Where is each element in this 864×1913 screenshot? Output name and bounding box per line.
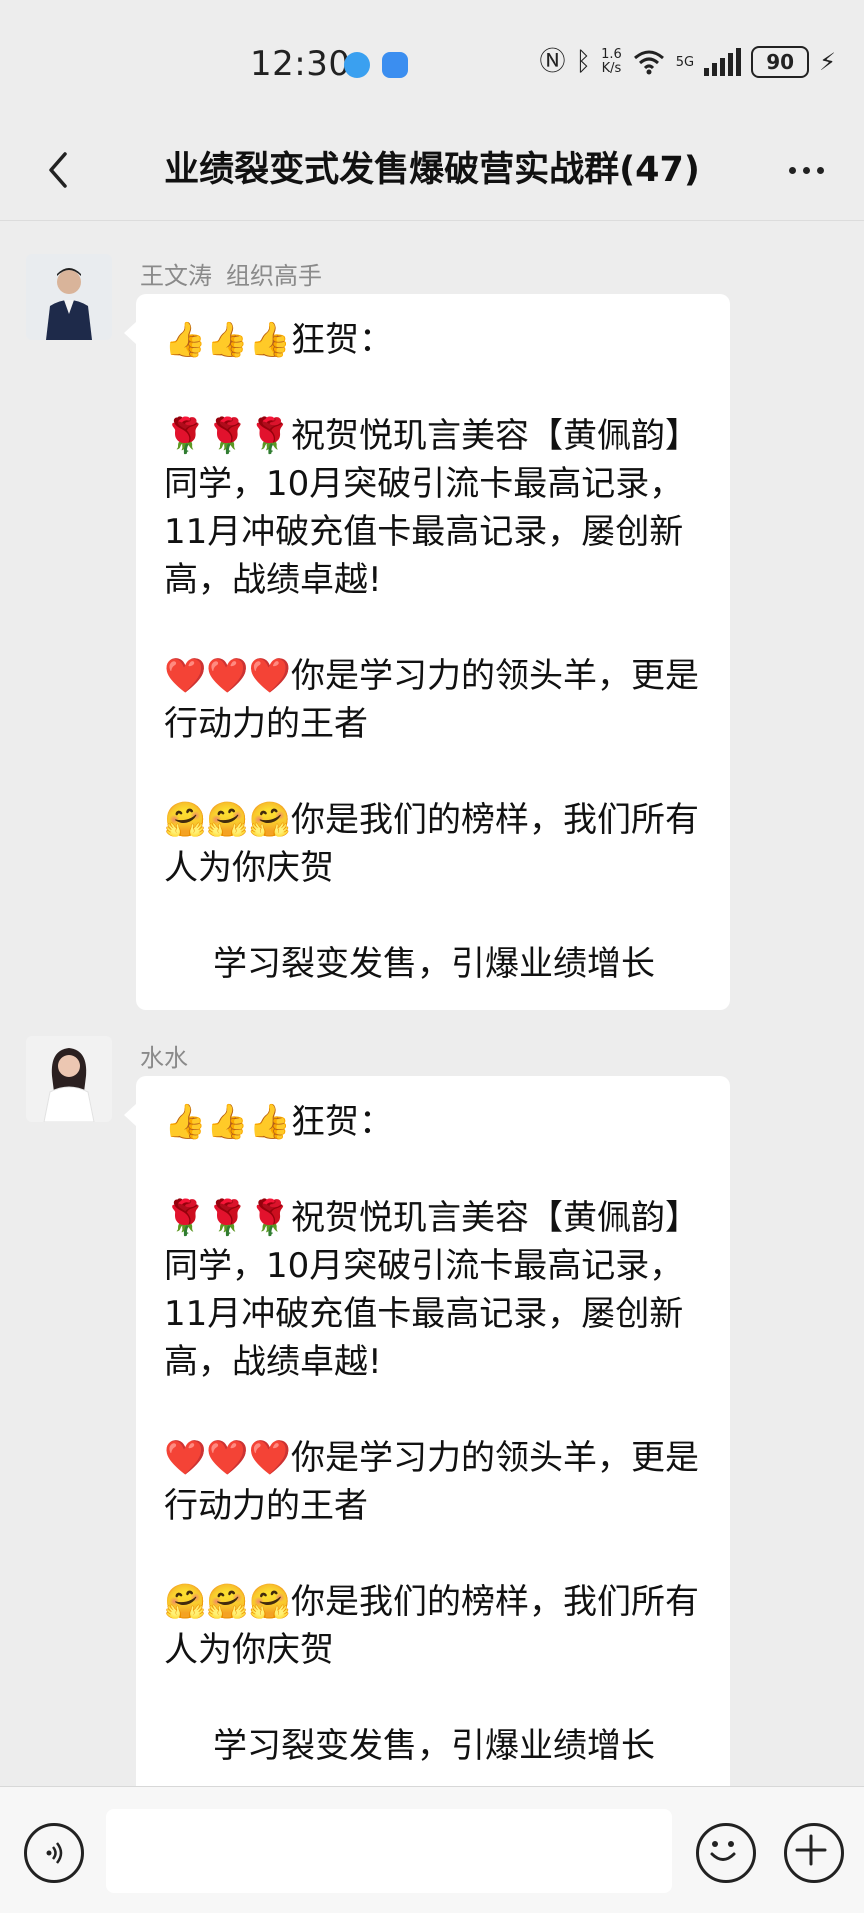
chat-title: 业绩裂变式发售爆破营实战群(47) (164, 150, 700, 190)
message-line: 学习裂变发售，引爆业绩增长 (213, 1726, 655, 1766)
app-notification-icon (344, 52, 370, 78)
signal-icon (704, 48, 742, 76)
status-time: 12:30 (250, 44, 351, 84)
battery-icon: 90 (751, 46, 810, 78)
voice-icon (46, 1842, 63, 1864)
avatar-image (26, 1036, 112, 1122)
message-line: 🤗🤗🤗你是我们的榜样，我们所有人为你庆贺 (164, 800, 700, 888)
app-notification-icon (382, 52, 408, 78)
message-line: ❤️❤️❤️你是学习力的领头羊，更是行动力的王者 (164, 656, 700, 744)
avatar[interactable] (26, 254, 112, 340)
message-line: ❤️❤️❤️你是学习力的领头羊，更是行动力的王者 (164, 1438, 700, 1526)
sender-role: 组织高手 (226, 262, 322, 290)
smiley-icon (710, 1841, 736, 1861)
input-bar (0, 1786, 864, 1913)
bluetooth-icon: ᛒ (575, 47, 592, 77)
avatar-image (26, 254, 112, 340)
avatar[interactable] (26, 1036, 112, 1122)
message-line: 学习裂变发售，引爆业绩增长 (213, 944, 655, 984)
chat-header: 业绩裂变式发售爆破营实战群(47) (0, 120, 864, 221)
charging-icon: ⚡ (819, 48, 836, 76)
chevron-left-icon (49, 152, 67, 188)
dot (802, 166, 810, 174)
status-indicators: Ⓝ ᛒ 1.6 K/s 5G 90 ⚡ (539, 46, 836, 78)
message-line: 🤗🤗🤗你是我们的榜样，我们所有人为你庆贺 (164, 1582, 700, 1670)
wifi-icon (633, 50, 664, 75)
plus-icon (795, 1834, 827, 1866)
message-line: 👍👍👍狂贺： (164, 1102, 394, 1142)
dot (816, 166, 824, 174)
back-button[interactable] (30, 142, 86, 198)
net-speed: 1.6 K/s (601, 47, 622, 76)
sender-name: 王文涛 组织高手 (140, 262, 322, 290)
message-bubble[interactable]: 👍👍👍狂贺： 🌹🌹🌹祝贺悦玑言美容【黄佩韵】同学，10月突破引流卡最高记录，11… (124, 294, 730, 1010)
message-bubble[interactable]: 👍👍👍狂贺： 🌹🌹🌹祝贺悦玑言美容【黄佩韵】同学，10月突破引流卡最高记录，11… (124, 1076, 730, 1836)
network-type: 5G (675, 54, 695, 70)
more-functions-button[interactable] (784, 1823, 844, 1883)
voice-input-button[interactable] (24, 1823, 84, 1883)
message-line: 🌹🌹🌹祝贺悦玑言美容【黄佩韵】同学，10月突破引流卡最高记录，11月冲破充值卡最… (164, 416, 700, 600)
status-bar: 12:30 Ⓝ ᛒ 1.6 K/s 5G 90 ⚡ (0, 0, 864, 120)
message-input[interactable] (106, 1809, 672, 1893)
emoji-button[interactable] (696, 1823, 756, 1883)
more-options-button[interactable] (778, 142, 834, 198)
message-line: 👍👍👍狂贺： (164, 320, 394, 360)
sender-name: 水水 (140, 1044, 188, 1072)
dot (788, 166, 796, 174)
nfc-icon: Ⓝ (539, 47, 566, 77)
message-line: 🌹🌹🌹祝贺悦玑言美容【黄佩韵】同学，10月突破引流卡最高记录，11月冲破充值卡最… (164, 1198, 700, 1382)
